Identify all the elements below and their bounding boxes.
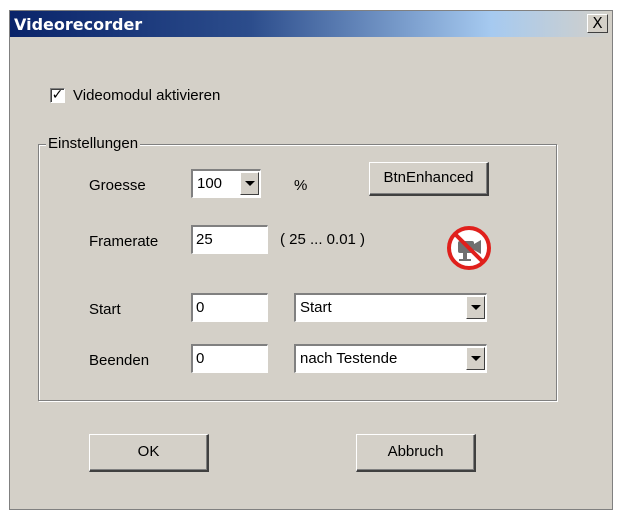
- btn-enhanced-button[interactable]: BtnEnhanced: [369, 162, 489, 196]
- cancel-button[interactable]: Abbruch: [356, 434, 476, 472]
- framerate-range: ( 25 ... 0.01 ): [280, 231, 366, 248]
- size-value: 100: [197, 175, 223, 192]
- window-title: Videorecorder: [14, 15, 143, 34]
- stop-label: Beenden: [89, 352, 150, 369]
- chevron-down-icon[interactable]: [466, 347, 485, 370]
- chevron-down-icon[interactable]: [240, 172, 259, 195]
- videomodul-label[interactable]: Videomodul aktivieren: [73, 87, 220, 104]
- videorecorder-dialog: Videorecorder X ✓ Videomodul aktivieren …: [9, 10, 613, 510]
- start-mode-combobox[interactable]: Start: [294, 293, 487, 322]
- stop-mode-combobox[interactable]: nach Testende: [294, 344, 487, 373]
- start-mode-value: Start: [300, 299, 332, 316]
- stop-input[interactable]: 0: [191, 344, 268, 373]
- title-bar[interactable]: Videorecorder X: [10, 11, 612, 37]
- chevron-down-icon[interactable]: [466, 296, 485, 319]
- size-unit: %: [294, 177, 308, 194]
- close-icon: X: [592, 14, 603, 32]
- start-input[interactable]: 0: [191, 293, 268, 322]
- settings-group-title: Einstellungen: [46, 135, 141, 152]
- size-label: Groesse: [89, 177, 146, 194]
- stop-mode-value: nach Testende: [300, 350, 398, 367]
- size-combobox[interactable]: 100: [191, 169, 261, 198]
- btn-enhanced-label: BtnEnhanced: [383, 169, 474, 186]
- cancel-button-label: Abbruch: [387, 443, 444, 460]
- framerate-input[interactable]: 25: [191, 225, 268, 254]
- ok-button[interactable]: OK: [89, 434, 209, 472]
- no-camera-icon: [447, 226, 491, 270]
- close-button[interactable]: X: [587, 14, 608, 33]
- start-label: Start: [89, 301, 121, 318]
- ok-button-label: OK: [137, 443, 160, 460]
- framerate-label: Framerate: [89, 233, 159, 250]
- videomodul-checkbox[interactable]: ✓: [50, 88, 65, 103]
- checkmark-icon: ✓: [51, 87, 64, 103]
